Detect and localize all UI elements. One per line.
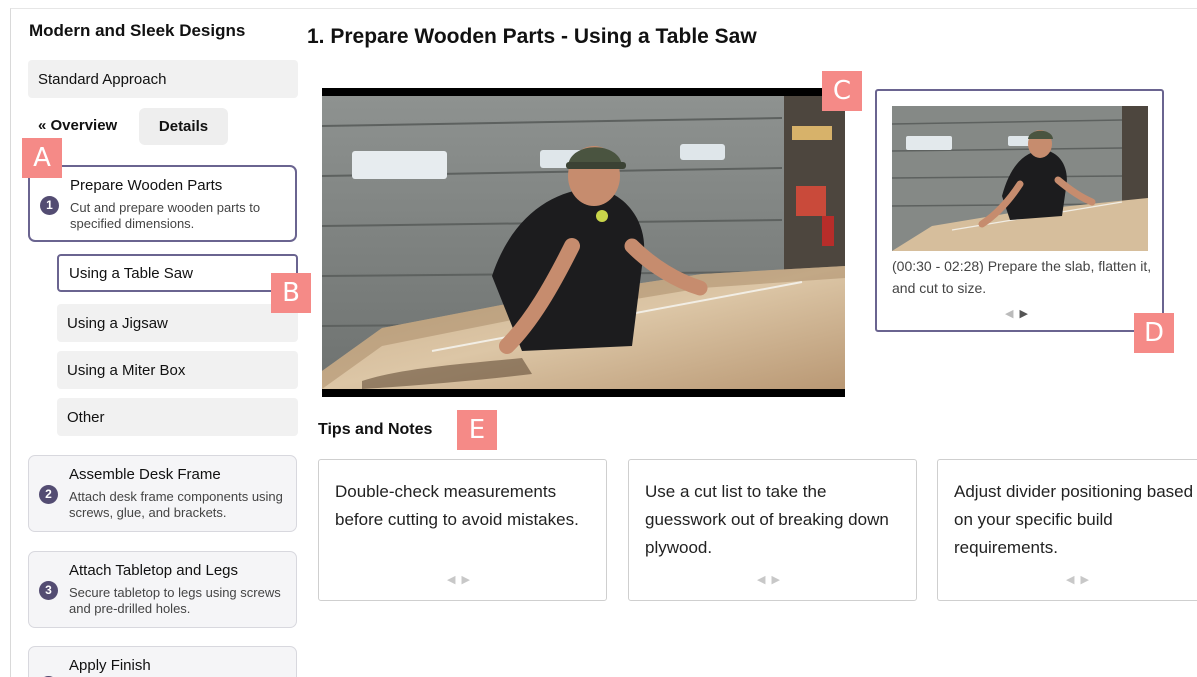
marker-c: C <box>822 71 862 111</box>
marker-e: E <box>457 410 497 450</box>
page-title: 1. Prepare Wooden Parts - Using a Table … <box>307 25 757 48</box>
tip-text: Double-check measurements before cutting… <box>335 482 579 529</box>
step-description: Attach desk frame components using screw… <box>69 489 283 520</box>
video-player[interactable] <box>322 88 845 397</box>
video-frame-image <box>322 96 845 389</box>
sidebar-title: Modern and Sleek Designs <box>29 21 246 40</box>
tip-pager: ◀▶ <box>1066 573 1095 586</box>
step-attach-tabletop-legs[interactable]: 3 Attach Tabletop and Legs Secure tablet… <box>28 551 297 628</box>
step-number-badge: 3 <box>39 581 58 600</box>
next-arrow-icon[interactable]: ▶ <box>1080 574 1094 586</box>
next-arrow-icon[interactable]: ▶ <box>1019 308 1033 320</box>
tip-text: Use a cut list to take the guesswork out… <box>645 482 889 557</box>
step-description: Cut and prepare wooden parts to specifie… <box>70 200 261 231</box>
tip-pager: ◀▶ <box>447 573 476 586</box>
clip-thumbnail[interactable] <box>892 106 1148 251</box>
marker-d: D <box>1134 313 1174 353</box>
tip-pager: ◀▶ <box>757 573 786 586</box>
tips-heading: Tips and Notes <box>318 421 433 438</box>
next-arrow-icon[interactable]: ▶ <box>461 574 475 586</box>
step-title: Attach Tabletop and Legs <box>69 562 239 579</box>
substep-other[interactable]: Other <box>57 398 298 436</box>
marker-a: A <box>22 138 62 178</box>
step-number-badge: 1 <box>40 196 59 215</box>
step-title: Prepare Wooden Parts <box>70 177 223 194</box>
step-prepare-wooden-parts[interactable]: 1 Prepare Wooden Parts Cut and prepare w… <box>28 165 297 242</box>
step-description: Secure tabletop to legs using screws and… <box>69 585 281 616</box>
video-clip-card[interactable]: (00:30 - 02:28) Prepare the slab, flatte… <box>875 89 1164 332</box>
substep-jigsaw[interactable]: Using a Jigsaw <box>57 304 298 342</box>
clip-pager: ◀▶ <box>1005 307 1034 320</box>
prev-arrow-icon[interactable]: ◀ <box>1066 574 1080 586</box>
prev-arrow-icon[interactable]: ◀ <box>757 574 771 586</box>
tip-card: Adjust divider positioning based on your… <box>937 459 1197 601</box>
details-tab[interactable]: Details <box>139 108 228 145</box>
prev-arrow-icon[interactable]: ◀ <box>447 574 461 586</box>
step-number-badge: 2 <box>39 485 58 504</box>
tip-card: Use a cut list to take the guesswork out… <box>628 459 917 601</box>
substep-miter-box[interactable]: Using a Miter Box <box>57 351 298 389</box>
substep-table-saw[interactable]: Using a Table Saw <box>57 254 298 292</box>
step-assemble-desk-frame[interactable]: 2 Assemble Desk Frame Attach desk frame … <box>28 455 297 532</box>
approach-selector[interactable]: Standard Approach <box>28 60 298 98</box>
step-title: Apply Finish <box>69 657 151 674</box>
step-apply-finish[interactable]: 4 Apply Finish <box>28 646 297 677</box>
next-arrow-icon[interactable]: ▶ <box>771 574 785 586</box>
overview-link[interactable]: « Overview <box>38 117 117 134</box>
prev-arrow-icon[interactable]: ◀ <box>1005 308 1019 320</box>
marker-b: B <box>271 273 311 313</box>
clip-description: (00:30 - 02:28) Prepare the slab, flatte… <box>892 258 1152 296</box>
tip-text: Adjust divider positioning based on your… <box>954 482 1194 557</box>
step-title: Assemble Desk Frame <box>69 466 221 483</box>
tip-card: Double-check measurements before cutting… <box>318 459 607 601</box>
